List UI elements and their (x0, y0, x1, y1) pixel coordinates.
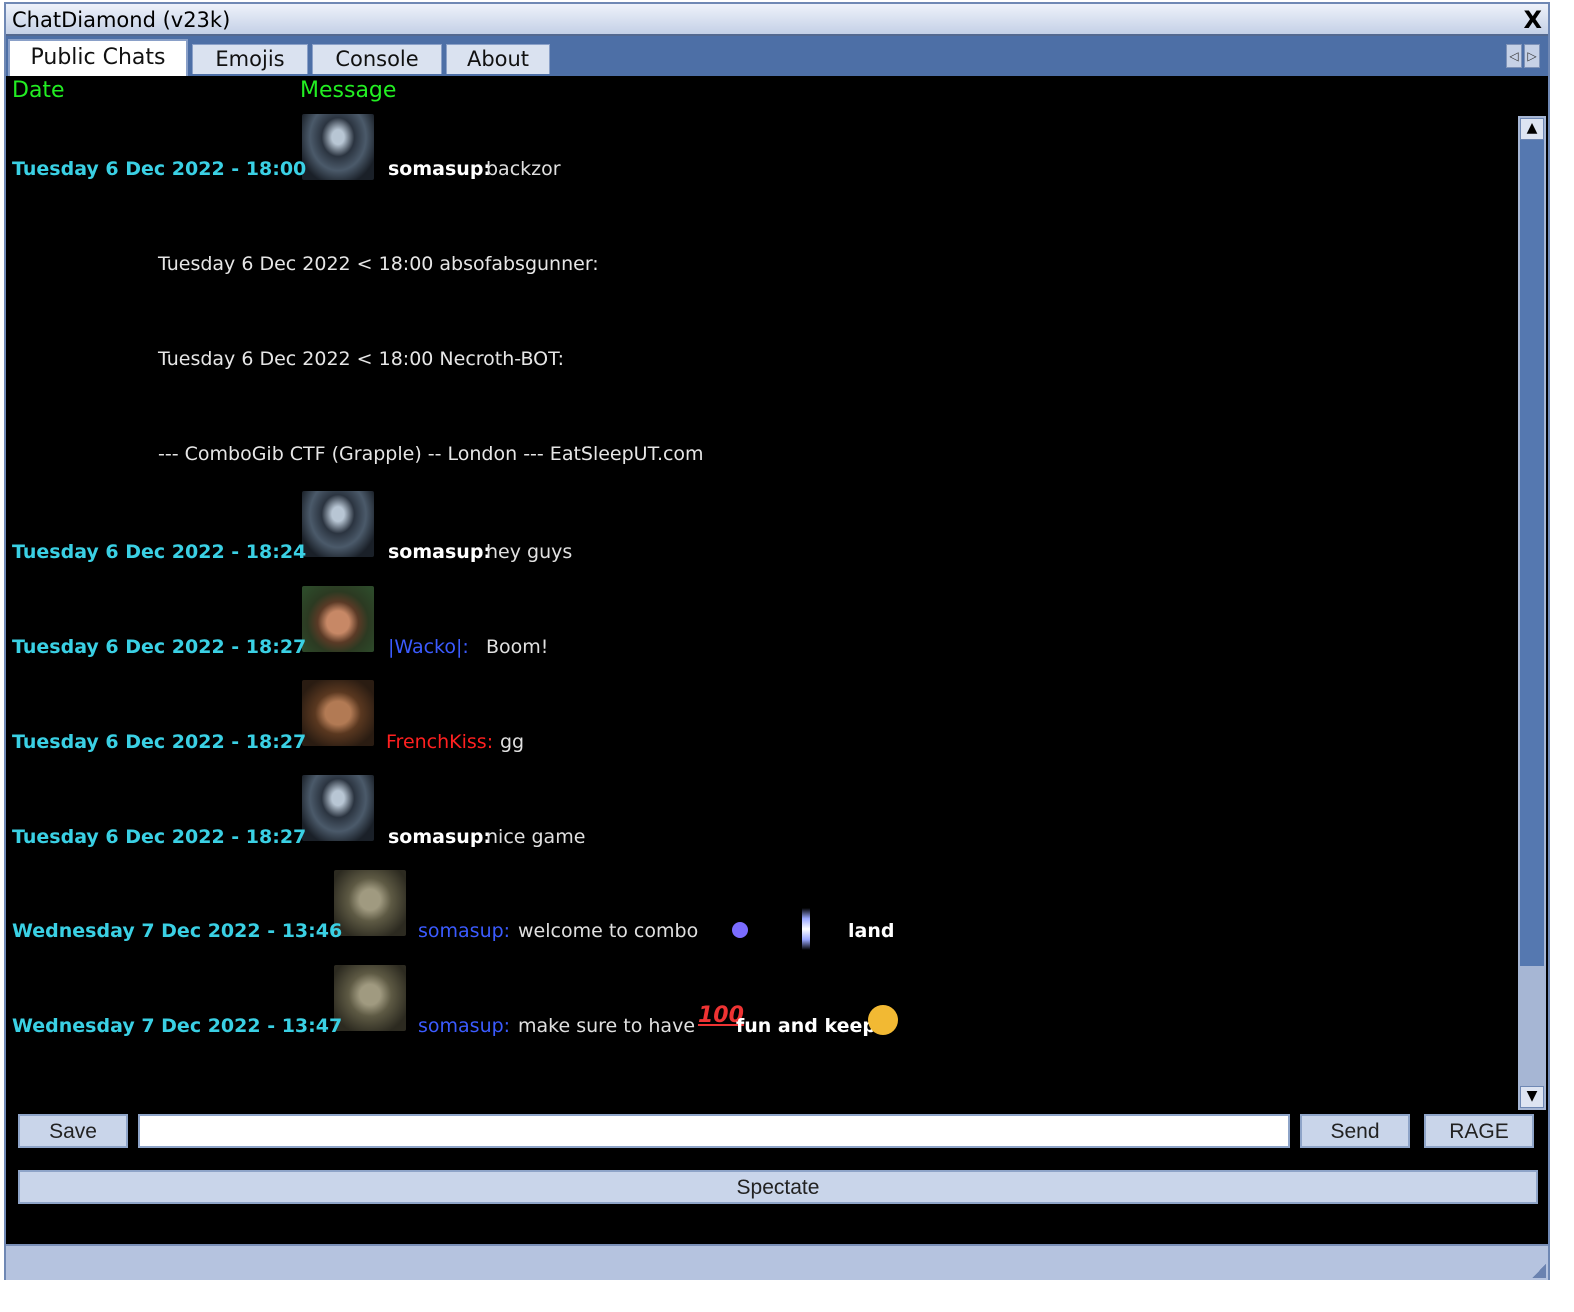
save-button[interactable]: Save (18, 1114, 128, 1148)
avatar (302, 491, 374, 557)
send-button[interactable]: Send (1300, 1114, 1410, 1148)
list-item: Wednesday 7 Dec 2022 - 13:47 somasup: ma… (6, 965, 1514, 1045)
light-beam-icon (802, 908, 810, 950)
message-text: welcome to combo (518, 920, 699, 942)
avatar (302, 586, 374, 652)
message-text: backzor (486, 158, 561, 180)
message-date: Tuesday 6 Dec 2022 - 18:27 (12, 826, 307, 848)
scrollbar-thumb[interactable] (1520, 140, 1544, 966)
message-date: Tuesday 6 Dec 2022 - 18:27 (12, 636, 307, 658)
quoted-message-meta: Tuesday 6 Dec 2022 < 18:00 absofabsgunne… (158, 253, 599, 275)
message-list: Tuesday 6 Dec 2022 - 18:00 somasup: back… (6, 112, 1514, 1108)
message-text-continued: land (848, 920, 895, 942)
quoted-message-meta: Tuesday 6 Dec 2022 < 18:00 Necroth-BOT: (158, 348, 565, 370)
tab-scroll-left-icon[interactable]: ◁ (1506, 44, 1522, 68)
message-date: Wednesday 7 Dec 2022 - 13:46 (12, 920, 343, 942)
title-bar[interactable]: ChatDiamond (v23k) X (6, 4, 1548, 36)
resize-grip-icon[interactable] (1532, 1264, 1546, 1278)
chat-window: ChatDiamond (v23k) X Public Chats Emojis… (4, 2, 1550, 1280)
message-author: somasup: (388, 826, 492, 848)
message-date: Tuesday 6 Dec 2022 - 18:24 (12, 541, 307, 563)
message-text: nice game (486, 826, 586, 848)
date-column-header: Date (12, 78, 65, 103)
tab-about[interactable]: About (446, 44, 550, 74)
tab-public-chats[interactable]: Public Chats (8, 39, 188, 76)
tab-console[interactable]: Console (312, 44, 442, 74)
list-item: Tuesday 6 Dec 2022 - 18:27 |Wacko|: Boom… (6, 586, 1514, 666)
smirk-face-icon (868, 1005, 898, 1035)
rage-button[interactable]: RAGE (1424, 1114, 1534, 1148)
avatar (334, 965, 406, 1031)
message-scrollbar[interactable]: ▲ ▼ (1518, 116, 1546, 1110)
message-text: Boom! (486, 636, 549, 658)
list-item: Tuesday 6 Dec 2022 < 18:00 Necroth-BOT: (6, 302, 1514, 382)
list-item: Tuesday 6 Dec 2022 - 18:00 somasup: back… (6, 112, 1514, 192)
scroll-up-icon[interactable]: ▲ (1520, 118, 1544, 140)
message-author: somasup: (388, 158, 492, 180)
list-item: Tuesday 6 Dec 2022 < 18:00 absofabsgunne… (6, 207, 1514, 287)
close-icon[interactable]: X (1523, 6, 1542, 34)
spectate-button[interactable]: Spectate (18, 1170, 1538, 1204)
status-bar (6, 1244, 1548, 1280)
avatar (302, 114, 374, 180)
comet-icon (732, 922, 748, 938)
message-author: somasup: (418, 1015, 511, 1037)
message-text: gg (500, 731, 525, 753)
message-author: somasup: (418, 920, 511, 942)
message-date: Tuesday 6 Dec 2022 - 18:27 (12, 731, 307, 753)
avatar (302, 775, 374, 841)
message-column-header: Message (300, 78, 397, 103)
avatar (302, 680, 374, 746)
list-item: Wednesday 7 Dec 2022 - 13:46 somasup: we… (6, 870, 1514, 950)
message-text-continued: fun and keep (736, 1015, 876, 1037)
list-item: Tuesday 6 Dec 2022 - 18:27 somasup: nice… (6, 775, 1514, 855)
scroll-down-icon[interactable]: ▼ (1520, 1086, 1544, 1108)
list-item: Tuesday 6 Dec 2022 - 18:27 FrenchKiss: g… (6, 680, 1514, 760)
chat-input[interactable] (138, 1114, 1290, 1148)
window-title: ChatDiamond (v23k) (12, 8, 231, 32)
tab-scroll-right-icon[interactable]: ▷ (1524, 44, 1540, 68)
server-info-text: --- ComboGib CTF (Grapple) -- London ---… (158, 443, 704, 465)
message-author: FrenchKiss: (386, 731, 494, 753)
avatar (334, 870, 406, 936)
message-date: Tuesday 6 Dec 2022 - 18:00 (12, 158, 307, 180)
message-text: hey guys (486, 541, 573, 563)
tab-bar: Public Chats Emojis Console About ◁ ▷ (6, 36, 1548, 76)
list-item: Tuesday 6 Dec 2022 - 18:24 somasup: hey … (6, 491, 1514, 571)
message-author: |Wacko|: (388, 636, 469, 658)
list-item: --- ComboGib CTF (Grapple) -- London ---… (6, 397, 1514, 477)
tab-emojis[interactable]: Emojis (192, 44, 308, 74)
message-date: Wednesday 7 Dec 2022 - 13:47 (12, 1015, 343, 1037)
message-author: somasup: (388, 541, 492, 563)
message-text: make sure to have (518, 1015, 696, 1037)
